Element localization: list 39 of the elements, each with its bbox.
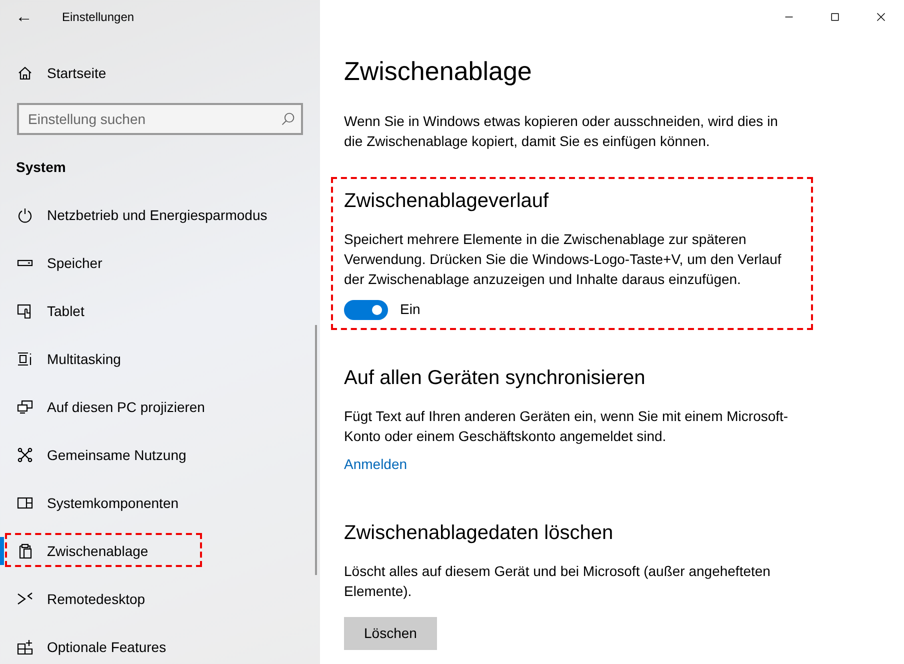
sidebar-item[interactable]: Gemeinsame Nutzung xyxy=(0,431,320,479)
section-heading: Auf allen Geräten synchronisieren xyxy=(344,366,646,391)
section-heading: Zwischenablageverlauf xyxy=(344,189,550,214)
description-text: Fügt Text auf Ihren anderen Geräten ein, wenn Sie mit einem Microsoft-Konto oder einem Geschäftskonto angemeldet sind. xyxy=(344,407,790,446)
toggle-label: Ein xyxy=(400,300,420,319)
search-icon xyxy=(281,112,295,126)
close-icon[interactable] xyxy=(875,10,887,22)
sign-in-link[interactable]: Anmelden xyxy=(344,454,408,475)
sidebar-item[interactable]: Tablet xyxy=(0,287,320,335)
maximize-icon[interactable] xyxy=(829,10,841,22)
sidebar-item[interactable]: Optionale Features xyxy=(0,623,320,664)
section-heading: Zwischenablagedaten löschen xyxy=(344,521,614,546)
power-icon xyxy=(17,207,33,223)
home-link[interactable]: Startseite xyxy=(0,49,320,97)
description-text: Wenn Sie in Windows etwas kopieren oder ausschneiden, wird dies in die Zwischenablage kopiert, damit Sie es einfügen können. xyxy=(344,112,779,151)
clear-button[interactable]: Löschen xyxy=(344,617,437,650)
page-title: Zwischenablage xyxy=(344,55,533,88)
description-text: Speichert mehrere Elemente in die Zwischenablage zur späteren Verwendung. Drücken Sie die Windows-Logo-Taste+V, um den Verlauf der Zwischenablage anzuzeigen und Inhalte daraus einzufügen. xyxy=(344,230,782,289)
panels-icon xyxy=(17,495,33,511)
sidebar-item[interactable]: Speicher xyxy=(0,239,320,287)
sidebar-item[interactable]: Auf diesen PC projizieren xyxy=(0,383,320,431)
tablet-icon xyxy=(17,303,33,319)
sidebar-item[interactable]: Remotedesktop xyxy=(0,575,320,623)
toggle-switch[interactable] xyxy=(344,300,388,320)
back-button[interactable]: ← xyxy=(0,0,48,33)
add-grid-icon xyxy=(17,639,33,655)
sidebar-item[interactable]: Multitasking xyxy=(0,335,320,383)
remote-arrows-icon xyxy=(17,591,33,607)
search-field[interactable]: Einstellung suchen xyxy=(17,103,303,135)
multitasking-icon xyxy=(17,351,33,367)
window-title: Einstellungen xyxy=(62,8,134,26)
description-text: Löscht alles auf diesem Gerät und bei Microsoft (außer angehefteten Elemente). xyxy=(344,562,772,601)
sidebar-item[interactable]: Systemkomponenten xyxy=(0,479,320,527)
home-icon xyxy=(17,65,33,81)
sidebar-item[interactable]: Netzbetrieb und Energiesparmodus xyxy=(0,191,320,239)
share-icon xyxy=(17,447,33,463)
clipboard-icon xyxy=(17,543,33,559)
monitor-icon xyxy=(17,399,33,415)
section-label: System xyxy=(16,158,67,175)
